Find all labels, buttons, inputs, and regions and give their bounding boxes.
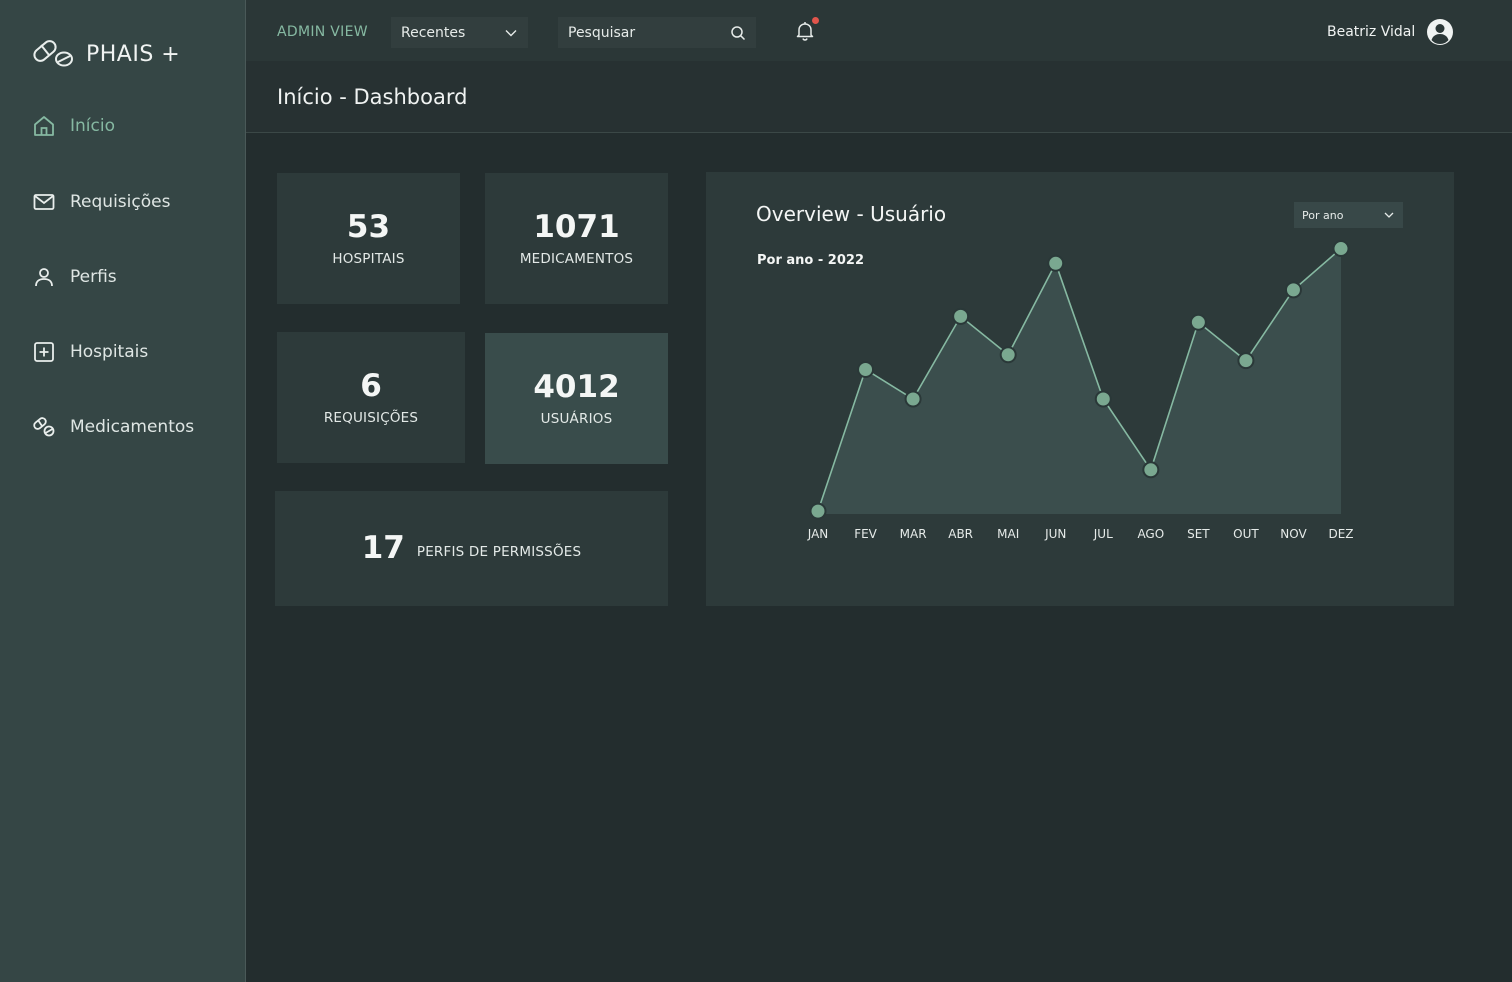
x-tick-label: ABR <box>948 527 973 541</box>
pills-icon <box>33 417 55 437</box>
stat-label: PERFIS DE PERMISSÕES <box>416 543 582 560</box>
recent-select-value: Recentes <box>401 24 466 41</box>
sidebar-item-label: Perfis <box>70 267 117 287</box>
x-tick-label: FEV <box>854 527 877 541</box>
topbar: ADMIN VIEW Recentes Beatriz Vidal <box>246 0 1512 61</box>
chart-point-abr[interactable] <box>952 307 970 325</box>
stat-card-perfis[interactable]: 17 PERFIS DE PERMISSÕES <box>275 491 668 606</box>
sidebar-item-label: Medicamentos <box>70 417 195 437</box>
stat-value: 53 <box>346 209 391 246</box>
x-tick-label: JUL <box>1093 527 1113 541</box>
overview-chart: JAN FEV MAR ABR MAI JUN JUL AGO SET OUT NOV DEZ <box>807 240 1354 541</box>
notifications-button[interactable] <box>794 17 820 46</box>
pills-icon <box>33 40 73 67</box>
stat-label: REQUISIÇÕES <box>323 409 419 426</box>
page-title: Início - Dashboard <box>277 85 468 109</box>
chart-point-ago[interactable] <box>1142 461 1160 479</box>
brand-name: PHAIS + <box>86 41 181 67</box>
chart-title: Overview - Usuário <box>756 202 947 226</box>
sidebar-item-label: Requisições <box>70 192 171 212</box>
chart-area <box>818 248 1341 515</box>
chart-point-jun[interactable] <box>1047 254 1065 272</box>
stat-label: MEDICAMENTOS <box>519 250 634 267</box>
stat-card-medicamentos[interactable]: 1071 MEDICAMENTOS <box>485 173 668 304</box>
stat-label: USUÁRIOS <box>540 410 613 427</box>
stat-value: 4012 <box>533 369 620 406</box>
chevron-down-icon <box>505 29 517 36</box>
stat-card-usuarios[interactable]: 4012 USUÁRIOS <box>485 333 668 464</box>
user-icon <box>35 268 53 287</box>
period-select[interactable]: Por ano <box>1294 202 1403 228</box>
stat-label: HOSPITAIS <box>332 250 405 267</box>
chart-point-mai[interactable] <box>999 346 1017 364</box>
x-tick-label: DEZ <box>1328 527 1353 541</box>
sidebar-item-label: Início <box>70 116 115 136</box>
title-bar: Início - Dashboard <box>246 61 1512 133</box>
admin-view-label[interactable]: ADMIN VIEW <box>277 24 368 40</box>
chart-point-jan[interactable] <box>809 502 827 520</box>
chart-point-jul[interactable] <box>1094 390 1112 408</box>
sidebar-item-requisicoes[interactable]: Requisições <box>32 187 170 217</box>
chart-point-mar[interactable] <box>904 390 922 408</box>
x-tick-label: MAR <box>900 527 927 541</box>
user-name[interactable]: Beatriz Vidal <box>1327 24 1415 40</box>
search-icon[interactable] <box>730 25 746 41</box>
overview-panel: JAN FEV MAR ABR MAI JUN JUL AGO SET OUT NOV DEZ Ove… <box>706 172 1454 606</box>
x-tick-label: JUN <box>1044 527 1066 541</box>
stat-value: 17 <box>361 530 405 567</box>
chart-point-set[interactable] <box>1189 313 1207 331</box>
chart-point-dez[interactable] <box>1332 240 1350 258</box>
chart-point-nov[interactable] <box>1284 281 1302 299</box>
chart-point-fev[interactable] <box>857 361 875 378</box>
stat-value: 1071 <box>533 209 620 246</box>
sidebar-item-medicamentos[interactable]: Medicamentos <box>32 412 194 442</box>
period-select-value: Por ano <box>1302 208 1344 222</box>
stat-card-requisicoes[interactable]: 6 REQUISIÇÕES <box>277 332 465 463</box>
chart-subtitle: Por ano - 2022 <box>757 253 864 268</box>
x-tick-label: JAN <box>807 527 829 541</box>
sidebar-item-inicio[interactable]: Início <box>32 111 115 141</box>
search-box <box>558 17 756 48</box>
sidebar: PHAIS + Início Requisições Perfis Hospit… <box>0 0 246 982</box>
brand-logo[interactable]: PHAIS + <box>31 38 180 70</box>
chevron-down-icon <box>1384 212 1394 218</box>
sidebar-item-hospitais[interactable]: Hospitais <box>32 337 148 367</box>
x-tick-label: NOV <box>1280 527 1307 541</box>
x-tick-label: OUT <box>1233 527 1259 541</box>
notification-badge <box>812 17 819 24</box>
x-tick-label: SET <box>1187 527 1210 541</box>
home-icon <box>34 116 54 136</box>
stat-card-hospitais[interactable]: 53 HOSPITAIS <box>277 173 460 304</box>
chart-point-out[interactable] <box>1237 352 1255 370</box>
sidebar-item-perfis[interactable]: Perfis <box>32 262 117 292</box>
x-tick-label: MAI <box>997 527 1019 541</box>
avatar[interactable] <box>1426 18 1454 46</box>
mail-icon <box>33 194 55 210</box>
plus-square-icon <box>34 342 54 362</box>
search-input[interactable] <box>568 24 730 41</box>
stat-value: 6 <box>360 368 382 405</box>
recent-select[interactable]: Recentes <box>391 17 528 48</box>
sidebar-item-label: Hospitais <box>70 342 149 362</box>
x-tick-label: AGO <box>1137 527 1164 541</box>
